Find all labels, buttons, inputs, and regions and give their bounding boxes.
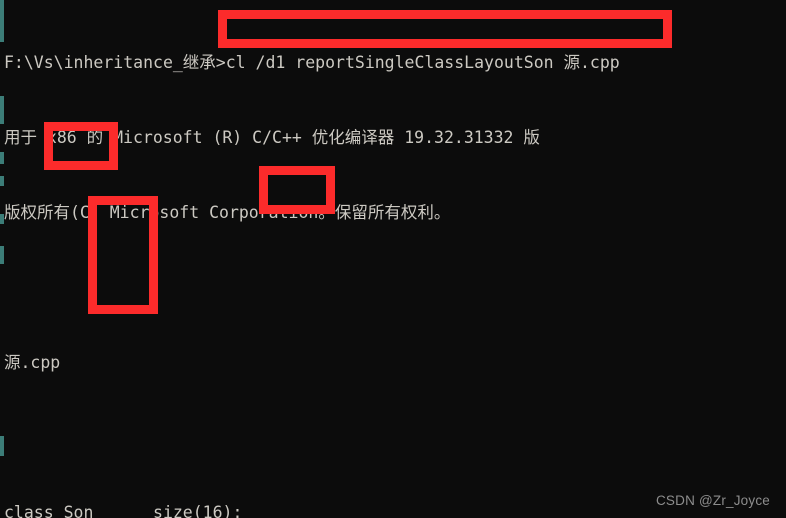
console-window[interactable]: F:\Vs\inheritance_继承>cl /d1 reportSingle… (0, 0, 786, 518)
console-line-copyright: 版权所有(C) Microsoft Corporation。保留所有权利。 (4, 203, 451, 222)
console-line-prompt: F:\Vs\inheritance_继承>cl /d1 reportSingle… (4, 53, 620, 72)
watermark: CSDN @Zr_Joyce (655, 493, 770, 508)
console-line-compiler-banner: 用于 x86 的 Microsoft (R) C/C++ 优化编译器 19.32… (4, 128, 540, 147)
console-output[interactable]: F:\Vs\inheritance_继承>cl /d1 reportSingle… (4, 0, 786, 518)
console-line-source-file: 源.cpp (4, 353, 61, 372)
